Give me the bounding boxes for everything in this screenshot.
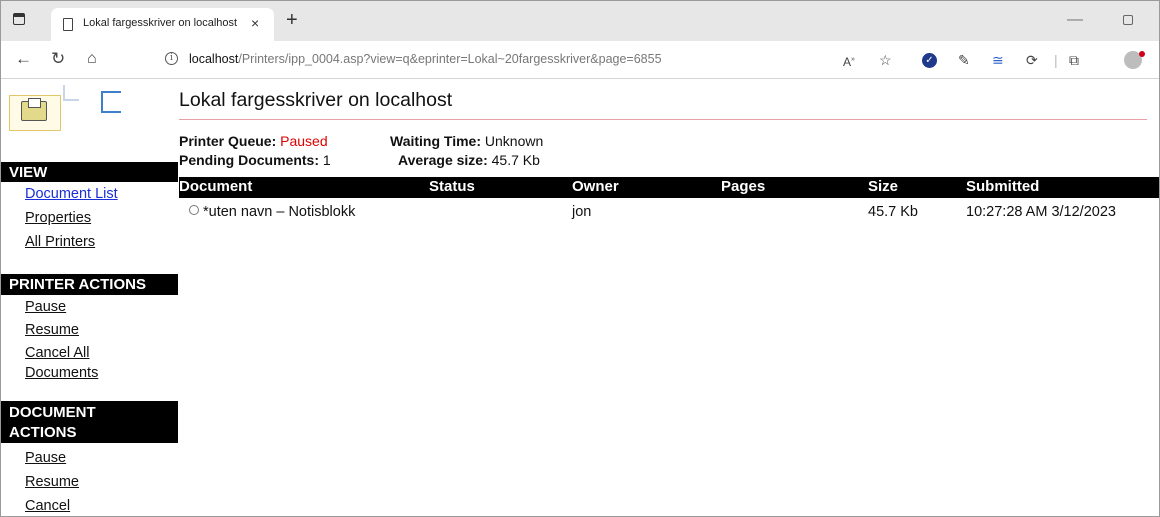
decorative-corner bbox=[63, 85, 79, 101]
column-submitted: Submitted bbox=[966, 178, 1040, 195]
refresh-icon[interactable]: ↻ bbox=[51, 49, 65, 69]
eyedropper-icon[interactable]: ✎ bbox=[958, 52, 970, 68]
document-actions-header-line1: DOCUMENT bbox=[9, 404, 96, 421]
document-actions-header-line2: ACTIONS bbox=[9, 424, 77, 441]
notification-dot bbox=[1139, 51, 1145, 57]
extension-icon[interactable]: ✓ bbox=[922, 53, 937, 68]
tab-strip: Lokal fargesskriver on localhost × + — bbox=[1, 1, 1159, 41]
cancel-all-documents-link[interactable]: Documents bbox=[25, 365, 98, 381]
column-pages: Pages bbox=[721, 178, 766, 195]
document-name-cell[interactable]: *uten navn – Notisblokk bbox=[189, 204, 355, 220]
workspaces-icon[interactable]: ⧉ bbox=[1069, 52, 1079, 68]
table-header: Document Status Owner Pages Size Submitt… bbox=[179, 177, 1159, 198]
printer-queue-status: Printer Queue: Paused bbox=[179, 133, 328, 149]
size-cell: 45.7 Kb bbox=[868, 204, 918, 220]
document-actions-header: DOCUMENT ACTIONS bbox=[1, 401, 178, 443]
separator: | bbox=[1054, 52, 1058, 68]
status-badge: Paused bbox=[280, 133, 328, 149]
printer-icon bbox=[21, 98, 47, 121]
favorite-icon[interactable]: ☆ bbox=[879, 52, 892, 68]
back-icon[interactable]: ← bbox=[15, 49, 32, 69]
collections-icon[interactable]: ≅ bbox=[992, 52, 1004, 68]
document-pause-link[interactable]: Pause bbox=[25, 450, 66, 466]
owner-cell: jon bbox=[572, 204, 592, 220]
page-title: Lokal fargesskriver on localhost bbox=[179, 89, 453, 111]
browser-tab[interactable]: Lokal fargesskriver on localhost × bbox=[51, 8, 274, 41]
column-status: Status bbox=[429, 178, 475, 195]
radio-icon[interactable] bbox=[189, 205, 199, 215]
link-properties[interactable]: Properties bbox=[25, 210, 91, 226]
link-all-printers[interactable]: All Printers bbox=[25, 234, 95, 250]
tab-actions-icon[interactable] bbox=[13, 13, 25, 25]
printer-resume-link[interactable]: Resume bbox=[25, 322, 79, 338]
home-icon[interactable]: ⌂ bbox=[87, 49, 97, 69]
info-icon[interactable]: i bbox=[165, 52, 178, 65]
title-divider bbox=[179, 119, 1147, 120]
column-document: Document bbox=[179, 178, 253, 195]
read-aloud-icon[interactable]: A» bbox=[843, 52, 855, 70]
printer-logo bbox=[9, 87, 63, 133]
column-size: Size bbox=[868, 178, 899, 195]
maximize-icon[interactable] bbox=[1123, 15, 1133, 25]
decorative-bracket bbox=[101, 91, 121, 113]
navigation-bar: ← ↻ ⌂ i localhost/Printers/ipp_0004.asp?… bbox=[1, 41, 1159, 79]
submitted-cell: 10:27:28 AM 3/12/2023 bbox=[966, 204, 1116, 220]
new-tab-icon[interactable]: + bbox=[286, 10, 298, 30]
average-size: Average size: 45.7 Kb bbox=[398, 152, 540, 168]
column-owner: Owner bbox=[572, 178, 619, 195]
view-header: VIEW bbox=[1, 162, 178, 182]
waiting-time: Waiting Time: Unknown bbox=[390, 133, 544, 149]
page-content: Lokal fargesskriver on localhost Printer… bbox=[1, 79, 1159, 516]
document-cancel-link[interactable]: Cancel bbox=[25, 498, 70, 514]
pending-documents: Pending Documents: 1 bbox=[179, 152, 331, 168]
close-tab-icon[interactable]: × bbox=[251, 15, 259, 31]
document-resume-link[interactable]: Resume bbox=[25, 474, 79, 490]
printer-pause-link[interactable]: Pause bbox=[25, 299, 66, 315]
url-text[interactable]: localhost/Printers/ipp_0004.asp?view=q&e… bbox=[189, 52, 662, 66]
link-document-list[interactable]: Document List bbox=[25, 186, 118, 202]
minimize-icon[interactable]: — bbox=[1067, 11, 1083, 29]
page-icon bbox=[63, 18, 73, 31]
cancel-all-link[interactable]: Cancel All bbox=[25, 345, 89, 361]
tab-title: Lokal fargesskriver on localhost bbox=[83, 17, 238, 29]
browser-window: Lokal fargesskriver on localhost × + — ←… bbox=[0, 0, 1160, 517]
settings-icon[interactable]: ⟳ bbox=[1026, 52, 1038, 68]
printer-actions-header: PRINTER ACTIONS bbox=[1, 274, 178, 295]
